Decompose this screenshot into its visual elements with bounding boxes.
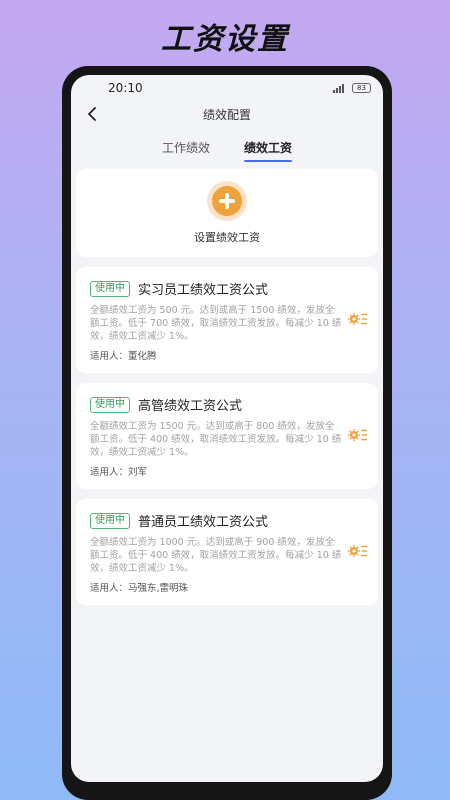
signal-icon bbox=[333, 83, 347, 93]
promo-title: 工资设置 bbox=[161, 22, 289, 57]
users-label: 适用人： bbox=[90, 583, 129, 594]
tab-bar: 工作绩效 绩效工资 bbox=[71, 127, 383, 162]
nav-bar: 绩效配置 bbox=[71, 101, 383, 127]
page-title: 绩效配置 bbox=[202, 107, 251, 122]
formula-users: 适用人：刘军 bbox=[90, 464, 342, 478]
plus-circle-icon bbox=[207, 181, 247, 221]
formula-description: 全额绩效工资为 1500 元。达到或高于 800 绩效，发放全额工资。低于 40… bbox=[90, 421, 342, 458]
add-performance-salary-label: 设置绩效工资 bbox=[194, 231, 260, 244]
users-label: 适用人： bbox=[90, 467, 129, 478]
status-bar: 20:10 83 bbox=[71, 75, 383, 101]
settings-gear-icon[interactable] bbox=[348, 543, 368, 559]
tab-work-performance[interactable]: 工作绩效 bbox=[162, 139, 210, 161]
add-performance-salary-button[interactable]: 设置绩效工资 bbox=[76, 169, 378, 257]
status-badge: 使用中 bbox=[90, 280, 130, 297]
users-label: 适用人： bbox=[90, 351, 129, 362]
app-screen: 20:10 83 绩效配置 工作绩效 绩效工资 设置绩效工资 使用中 实习员工绩… bbox=[71, 75, 383, 782]
settings-gear-icon[interactable] bbox=[348, 311, 368, 327]
chevron-left-icon bbox=[88, 107, 96, 121]
back-button[interactable] bbox=[81, 103, 103, 125]
status-badge: 使用中 bbox=[90, 512, 130, 529]
battery-icon: 83 bbox=[352, 83, 371, 93]
status-time: 20:10 bbox=[108, 81, 143, 95]
settings-gear-icon[interactable] bbox=[348, 427, 368, 443]
formula-users: 适用人：马强东,雷明珠 bbox=[90, 580, 342, 594]
formula-title: 实习员工绩效工资公式 bbox=[138, 283, 269, 298]
formula-title: 高管绩效工资公式 bbox=[138, 399, 243, 414]
formula-users: 适用人：董化腾 bbox=[90, 348, 342, 362]
tab-performance-salary[interactable]: 绩效工资 bbox=[244, 139, 293, 162]
users-value: 刘军 bbox=[128, 467, 148, 478]
formula-card[interactable]: 使用中 实习员工绩效工资公式 全额绩效工资为 500 元。达到或高于 1500 … bbox=[76, 267, 378, 373]
formula-title: 普通员工绩效工资公式 bbox=[138, 515, 269, 530]
users-value: 董化腾 bbox=[128, 351, 157, 362]
formula-description: 全额绩效工资为 1000 元。达到或高于 900 绩效，发放全额工资。低于 40… bbox=[90, 537, 342, 574]
formula-description: 全额绩效工资为 500 元。达到或高于 1500 绩效，发放全额工资。低于 70… bbox=[90, 305, 342, 342]
users-value: 马强东,雷明珠 bbox=[128, 583, 189, 594]
status-badge: 使用中 bbox=[90, 396, 130, 413]
formula-card[interactable]: 使用中 普通员工绩效工资公式 全额绩效工资为 1000 元。达到或高于 900 … bbox=[76, 499, 378, 605]
formula-card[interactable]: 使用中 高管绩效工资公式 全额绩效工资为 1500 元。达到或高于 800 绩效… bbox=[76, 383, 378, 489]
status-icons: 83 bbox=[333, 83, 371, 93]
phone-frame: 20:10 83 绩效配置 工作绩效 绩效工资 设置绩效工资 使用中 实习员工绩… bbox=[62, 66, 392, 800]
